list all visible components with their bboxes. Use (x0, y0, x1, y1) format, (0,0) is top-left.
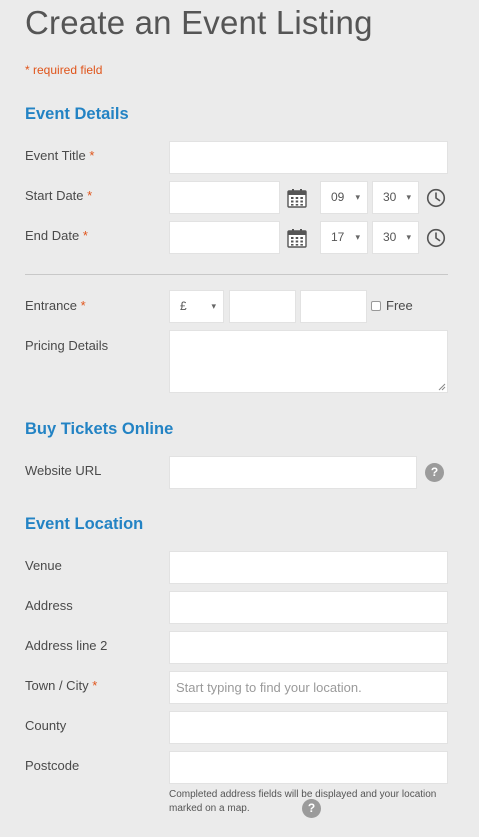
county-label: County (25, 718, 67, 733)
section-buy-tickets: Buy Tickets Online (25, 420, 174, 438)
section-event-details: Event Details (25, 105, 129, 123)
currency-select[interactable]: £ ▾ (169, 290, 224, 323)
entrance-price-to-input[interactable] (300, 290, 367, 323)
required-field-note: * required field (25, 63, 103, 77)
event-title-input[interactable] (169, 141, 448, 174)
entrance-label: Entrance * (25, 298, 86, 313)
chevron-down-icon: ▾ (355, 192, 360, 202)
end-hour-select[interactable]: 17 ▾ (320, 221, 368, 254)
free-checkbox-wrap[interactable]: Free (371, 298, 413, 313)
chevron-down-icon: ▾ (211, 301, 216, 311)
free-checkbox[interactable] (371, 300, 381, 311)
help-icon[interactable]: ? (302, 799, 321, 818)
page-title: Create an Event Listing (25, 4, 373, 41)
end-date-input[interactable] (169, 221, 280, 254)
divider (25, 274, 448, 275)
town-city-placeholder: Start typing to find your location. (176, 680, 362, 695)
start-minute-select[interactable]: 30 ▾ (372, 181, 419, 214)
start-date-input[interactable] (169, 181, 280, 214)
resize-handle-icon[interactable] (438, 383, 446, 391)
pricing-details-textarea[interactable] (169, 330, 448, 393)
chevron-down-icon: ▾ (406, 232, 411, 242)
address-label: Address (25, 598, 73, 613)
postcode-input[interactable] (169, 751, 448, 784)
venue-label: Venue (25, 558, 62, 573)
venue-input[interactable] (169, 551, 448, 584)
free-label: Free (386, 298, 413, 313)
pricing-details-label: Pricing Details (25, 338, 109, 353)
event-title-label: Event Title * (25, 148, 95, 163)
calendar-icon[interactable] (287, 228, 307, 248)
end-minute-select[interactable]: 30 ▾ (372, 221, 419, 254)
website-url-label: Website URL (25, 463, 102, 478)
calendar-icon[interactable] (287, 188, 307, 208)
end-date-label: End Date * (25, 228, 88, 243)
address-input[interactable] (169, 591, 448, 624)
start-hour-select[interactable]: 09 ▾ (320, 181, 368, 214)
town-city-input[interactable]: Start typing to find your location. (169, 671, 448, 704)
clock-icon (426, 228, 446, 248)
section-event-location: Event Location (25, 515, 144, 533)
help-icon[interactable]: ? (425, 463, 444, 482)
postcode-label: Postcode (25, 758, 80, 773)
chevron-down-icon: ▾ (406, 192, 411, 202)
entrance-price-from-input[interactable] (229, 290, 296, 323)
website-url-input[interactable] (169, 456, 417, 489)
county-input[interactable] (169, 711, 448, 744)
address-line-2-input[interactable] (169, 631, 448, 664)
start-date-label: Start Date * (25, 188, 93, 203)
address-line-2-label: Address line 2 (25, 638, 108, 653)
clock-icon (426, 188, 446, 208)
town-city-label: Town / City * (25, 678, 98, 693)
chevron-down-icon: ▾ (355, 232, 360, 242)
